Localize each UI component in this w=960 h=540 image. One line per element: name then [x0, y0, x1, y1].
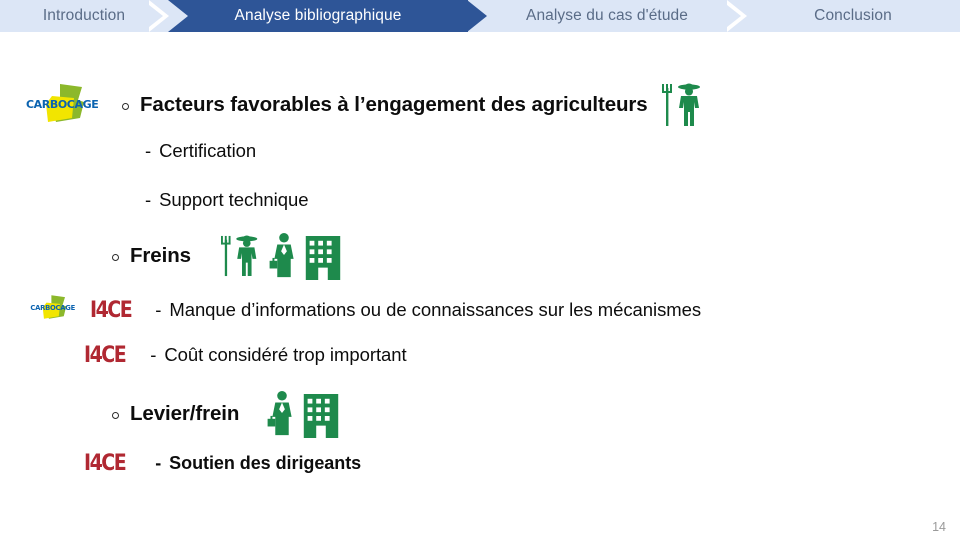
slide-text-soutien-dirigeants: Soutien des dirigeants: [169, 452, 362, 473]
slide-row-facteurs: CARBOCAGE Facteurs favorables à l’engage…: [22, 80, 706, 130]
i4ce-logo: I4CE: [84, 342, 127, 368]
i4ce-logo: I4CE: [84, 450, 127, 476]
icon-group-farmer: [661, 80, 706, 130]
breadcrumb: Introduction Analyse bibliographique Ana…: [0, 0, 960, 32]
building-icon: [305, 236, 341, 280]
slide-row-freins: Freins: [112, 232, 341, 280]
breadcrumb-item-analyse-du-cas-detude[interactable]: Analyse du cas d'étude: [468, 0, 747, 32]
breadcrumb-label: Analyse bibliographique: [234, 7, 402, 24]
farmer-icon: [220, 235, 258, 277]
icon-group-freins: [220, 232, 341, 280]
slide-row-levier-frein: Levier/frein: [112, 390, 339, 438]
slide-row-certification: - Certification: [145, 140, 256, 162]
icon-group-levier-frein: [267, 390, 339, 438]
slide-text-freins: Freins: [130, 244, 191, 267]
slide-text-cout-considere: Coût considéré trop important: [164, 344, 407, 365]
breadcrumb-label: Analyse du cas d'étude: [526, 7, 688, 24]
page-number: 14: [932, 520, 946, 534]
dash-marker: -: [150, 344, 157, 365]
carbocage-logo: CARBOCAGE: [22, 294, 82, 325]
slide-text-support-technique: Support technique: [159, 189, 309, 210]
breadcrumb-item-analyse-bibliographique[interactable]: Analyse bibliographique: [168, 0, 487, 32]
slide-text-certification: Certification: [159, 140, 257, 161]
dash-marker: -: [155, 452, 162, 473]
chevron-notch-icon: [168, 0, 188, 32]
chevron-right-icon: [149, 0, 169, 32]
building-icon: [304, 394, 339, 438]
carbocage-logo-text: CARBOCAGE: [26, 98, 98, 111]
breadcrumb-label: Conclusion: [814, 7, 892, 24]
businessman-icon: [267, 390, 292, 436]
carbocage-logo: CARBOCAGE: [22, 82, 100, 129]
chevron-right-icon: [727, 0, 747, 32]
dash-marker: -: [145, 140, 152, 161]
slide-row-cout-considere: I4CE - Coût considéré trop important: [84, 342, 407, 368]
breadcrumb-item-introduction[interactable]: Introduction: [0, 0, 169, 32]
slide-row-support-technique: - Support technique: [145, 189, 309, 211]
slide-text-manque-informations: Manque d’informations ou de connaissance…: [169, 298, 702, 320]
slide-text-levier-frein: Levier/frein: [130, 402, 240, 425]
breadcrumb-label: Introduction: [42, 7, 126, 24]
dash-marker: -: [155, 298, 162, 320]
carbocage-logo-text: CARBOCAGE: [30, 304, 75, 312]
i4ce-logo: I4CE: [90, 296, 133, 323]
slide-row-manque-informations: CARBOCAGE I4CE - Manque d’informations o…: [22, 294, 701, 325]
slide-text-facteurs: Facteurs favorables à l’engagement des a…: [140, 93, 648, 116]
businessman-icon: [269, 232, 294, 278]
bullet-circle-icon: [112, 253, 119, 261]
dash-marker: -: [145, 189, 152, 210]
bullet-circle-icon: [122, 102, 129, 110]
chevron-point-icon: [467, 0, 487, 32]
breadcrumb-item-conclusion[interactable]: Conclusion: [746, 0, 960, 32]
slide-body: CARBOCAGE Facteurs favorables à l’engage…: [0, 32, 960, 540]
slide-row-soutien-dirigeants: I4CE - Soutien des dirigeants: [84, 450, 362, 476]
bullet-circle-icon: [112, 411, 119, 419]
farmer-icon: [661, 83, 700, 126]
